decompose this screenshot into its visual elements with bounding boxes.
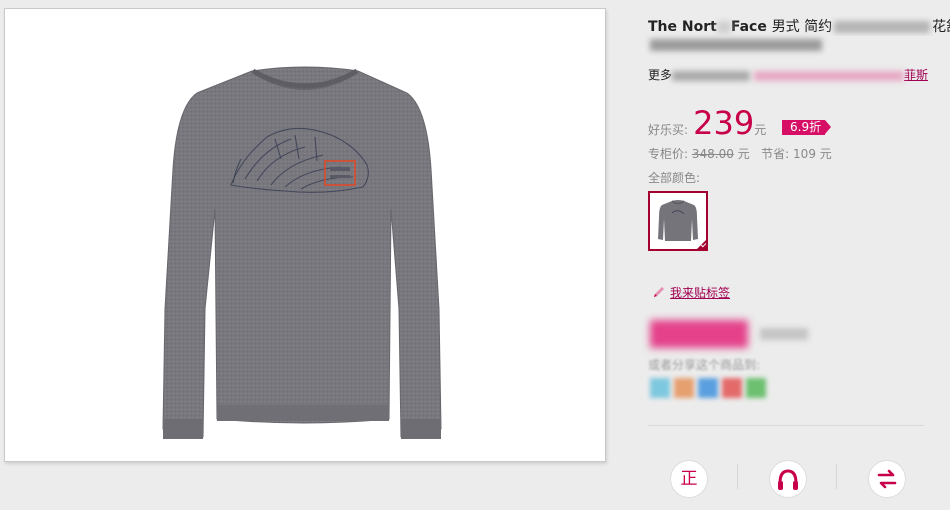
product-image-panel	[4, 8, 606, 462]
price-value: 239	[693, 104, 755, 142]
share-label: 或者分享这个商品到:	[648, 358, 761, 372]
product-image	[162, 66, 442, 439]
exchange-button[interactable]	[868, 460, 906, 498]
colors-label: 全部颜色:	[648, 171, 701, 185]
authentic-button[interactable]: 正	[670, 460, 708, 498]
buy-button-blurred[interactable]	[650, 320, 748, 348]
secondary-button-blurred[interactable]	[760, 328, 808, 340]
original-price-value: 348.00	[691, 147, 734, 161]
share-icons	[650, 378, 770, 402]
selected-check-icon	[696, 239, 707, 250]
original-price-label: 专柜价:	[648, 147, 689, 161]
separator	[737, 464, 738, 489]
price-unit: 元	[754, 123, 767, 137]
share-kaixin-icon[interactable]	[722, 378, 742, 398]
product-title: The Nort Face 男式 简约 花舒适	[648, 16, 950, 36]
price-label: 好乐买:	[648, 123, 689, 137]
service-button[interactable]	[769, 460, 807, 498]
authentic-glyph: 正	[680, 469, 698, 489]
headset-icon	[778, 469, 798, 490]
title-line-2-blurred	[650, 39, 822, 51]
color-swatch-gray[interactable]	[648, 191, 708, 251]
share-renren-icon[interactable]	[674, 378, 694, 398]
savings-value: 109	[793, 147, 816, 161]
divider	[648, 425, 924, 426]
separator	[836, 464, 837, 489]
more-brand-link[interactable]: 菲斯	[904, 68, 928, 82]
more-link-row: 更多 菲斯	[648, 66, 928, 83]
tag-row: 我来贴标签	[652, 284, 730, 301]
original-price-row: 专柜价: 348.00 元 节省: 109 元	[648, 145, 832, 162]
exchange-icon	[877, 469, 897, 489]
title-part-1: The Nort	[648, 19, 717, 35]
savings-unit: 元	[819, 147, 832, 161]
title-part-4: 花舒适	[932, 19, 950, 35]
price-row: 好乐买: 239元	[648, 104, 766, 142]
title-part-3: 男式 简约	[771, 19, 833, 35]
share-sina-icon[interactable]	[650, 378, 670, 398]
title-part-2: Face	[730, 19, 767, 35]
add-tag-link[interactable]: 我来贴标签	[670, 286, 730, 300]
original-price-unit: 元	[737, 147, 750, 161]
more-prefix: 更多	[648, 68, 673, 82]
pencil-icon	[654, 287, 664, 297]
discount-badge: 6.9折	[782, 120, 832, 135]
share-douban-icon[interactable]	[746, 378, 766, 398]
share-qq-icon[interactable]	[698, 378, 718, 398]
savings-label: 节省:	[761, 147, 790, 161]
